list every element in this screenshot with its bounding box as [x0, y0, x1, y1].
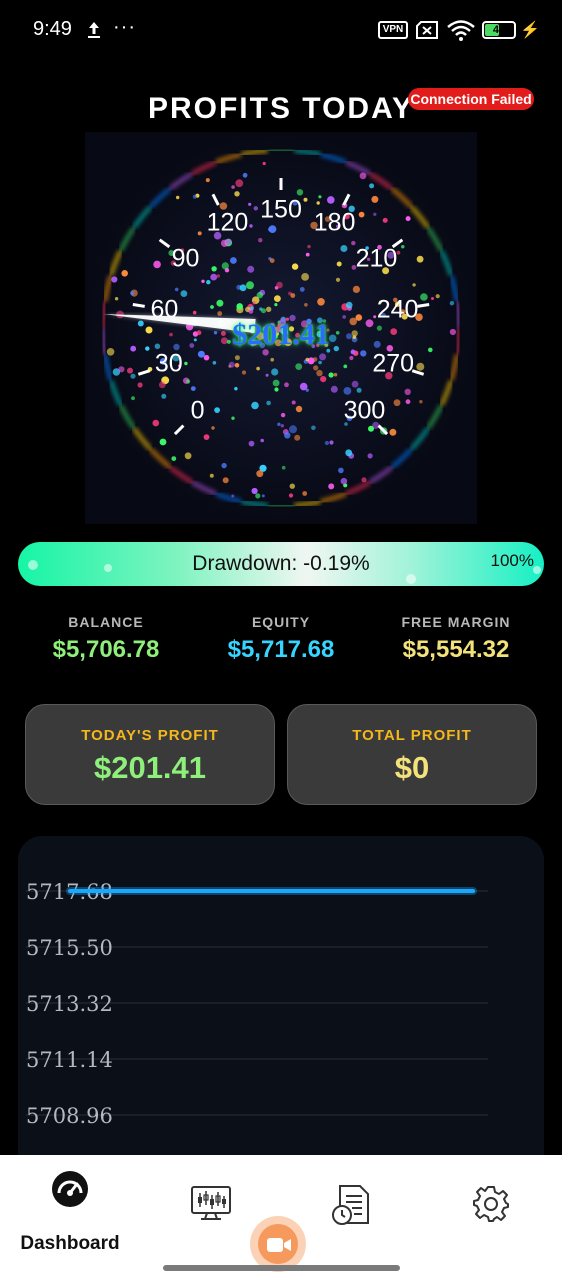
- gauge-tick: [132, 303, 145, 308]
- balance-stat: BALANCE $5,706.78: [21, 614, 191, 664]
- wifi-icon: [447, 20, 475, 41]
- gauge-tick-label: 180: [313, 208, 356, 237]
- todays-profit-label: TODAY'S PROFIT: [81, 727, 219, 744]
- equity-chart-plot: 5717.685715.505713.325711.145708.96: [26, 880, 488, 1128]
- balance-label: BALANCE: [68, 614, 144, 630]
- todays-profit-card[interactable]: TODAY'S PROFIT $201.41: [25, 704, 275, 805]
- report-history-icon: [332, 1185, 369, 1225]
- nav-dashboard-label: Dashboard: [20, 1233, 120, 1254]
- gauge-tick-label: 0: [190, 396, 205, 425]
- free-margin-value: $5,554.32: [402, 636, 510, 663]
- drawdown-bar: Drawdown: -0.19% 100%: [18, 542, 544, 586]
- total-profit-value: $0: [394, 750, 430, 785]
- gauge-tick-label: 30: [154, 349, 183, 378]
- drawdown-percent: 100%: [490, 551, 534, 570]
- balance-value: $5,706.78: [52, 636, 160, 663]
- total-profit-card[interactable]: TOTAL PROFIT $0: [287, 704, 537, 805]
- equity-chart: 5717.68 5715.50 5713.32 5711.14 5708.96: [18, 836, 544, 1176]
- free-margin-label: FREE MARGIN: [401, 614, 511, 630]
- nav-history[interactable]: [326, 1167, 426, 1247]
- gauge-tick-label: 60: [150, 295, 179, 324]
- todays-profit-value: $201.41: [93, 750, 207, 785]
- chart-y-tick-label: 5715.50: [26, 936, 113, 960]
- chart-y-tick-label: 5711.14: [26, 1048, 113, 1072]
- gauge-tick-label: 300: [343, 396, 386, 425]
- chart-y-tick-label: 5713.32: [26, 992, 113, 1016]
- video-camera-icon: [258, 1224, 298, 1264]
- gauge-tick-label: 150: [260, 195, 302, 224]
- status-time: 9:49: [33, 18, 72, 40]
- equity-stat: EQUITY $5,717.68: [196, 614, 366, 664]
- gauge-tick-label: 120: [206, 208, 249, 237]
- upload-icon: [88, 22, 100, 38]
- gauge-tick: [417, 303, 430, 308]
- gauge-tick-label: 240: [376, 295, 419, 324]
- profit-gauge: $201.41 0 30 60 90 120 150 180 210 240 270 300: [85, 132, 477, 524]
- gauge-tick-label: 210: [355, 244, 398, 273]
- total-profit-label: TOTAL PROFIT: [352, 727, 472, 744]
- gauge-value: $201.41: [232, 318, 330, 351]
- battery-icon: 45: [482, 21, 516, 39]
- settings-gear-icon: [473, 1186, 509, 1222]
- video-call-button[interactable]: [250, 1216, 306, 1272]
- connection-status-badge: Connection Failed: [408, 88, 534, 110]
- free-margin-stat: FREE MARGIN $5,554.32: [371, 614, 541, 664]
- nav-dashboard[interactable]: Dashboard: [0, 1167, 140, 1254]
- drawdown-label: Drawdown: -0.19%: [192, 552, 370, 575]
- home-indicator[interactable]: [163, 1265, 400, 1271]
- chart-y-tick-label: 5708.96: [26, 1104, 113, 1128]
- status-bar: 9:49 ··· VPN 45 ⚡: [0, 0, 562, 58]
- speedometer-icon: [52, 1171, 88, 1207]
- trading-chart-icon: [191, 1186, 231, 1220]
- battery-level: 45: [492, 24, 506, 36]
- gauge-tick-label: 90: [171, 244, 200, 273]
- gauge-tick-label: 270: [372, 349, 415, 378]
- no-sim-icon: [416, 21, 438, 39]
- charging-icon: ⚡: [520, 22, 540, 39]
- vpn-icon: VPN: [378, 21, 408, 39]
- nav-settings[interactable]: [466, 1167, 562, 1247]
- equity-label: EQUITY: [251, 614, 311, 630]
- equity-value: $5,717.68: [227, 636, 335, 663]
- more-notifications-icon: ···: [113, 16, 136, 38]
